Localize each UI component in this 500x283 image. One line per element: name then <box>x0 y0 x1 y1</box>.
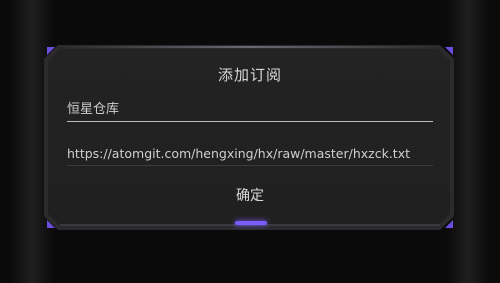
subscription-name-input[interactable]: 恒星仓库 <box>67 100 433 122</box>
dialog-title: 添加订阅 <box>217 66 282 84</box>
dialog-bottom-accent <box>235 221 267 225</box>
dialog-top-highlight <box>62 46 438 48</box>
confirm-button[interactable]: 确定 <box>220 184 280 208</box>
subscription-url-input[interactable]: https://atomgit.com/hengxing/hx/raw/mast… <box>67 144 433 166</box>
